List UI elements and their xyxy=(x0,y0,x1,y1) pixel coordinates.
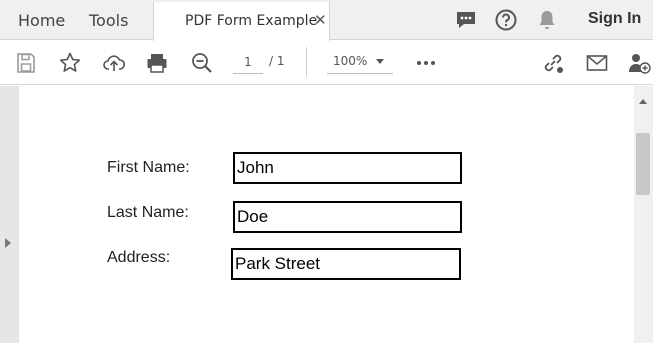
chevron-down-icon xyxy=(376,59,384,64)
document-tab-title: PDF Form Example xyxy=(185,13,318,29)
sign-in-button[interactable]: Sign In xyxy=(588,10,641,28)
toolbar-divider xyxy=(306,47,307,77)
tab-bar: Home Tools PDF Form Example ✕ Sign In xyxy=(0,0,653,41)
comment-icon[interactable] xyxy=(454,8,478,32)
zoom-select[interactable]: 100% xyxy=(327,50,393,74)
add-user-icon[interactable] xyxy=(627,51,651,75)
address-label: Address: xyxy=(107,249,171,266)
toolbar: / 1 100% xyxy=(0,41,653,85)
first-name-label: First Name: xyxy=(107,159,190,176)
tab-home[interactable]: Home xyxy=(18,11,65,30)
document-viewer: First Name: Last Name: Address: xyxy=(0,86,653,343)
save-icon[interactable] xyxy=(14,51,38,75)
vertical-scrollbar[interactable] xyxy=(634,86,653,343)
close-icon[interactable]: ✕ xyxy=(314,11,327,29)
tab-document[interactable]: PDF Form Example ✕ xyxy=(153,2,330,41)
expand-panel-icon[interactable] xyxy=(5,238,11,248)
page-total: / 1 xyxy=(269,54,285,68)
more-icon[interactable] xyxy=(414,51,438,75)
address-field[interactable] xyxy=(231,248,461,280)
help-icon[interactable] xyxy=(494,8,518,32)
page-number-input[interactable] xyxy=(233,50,263,74)
notifications-bell-icon[interactable] xyxy=(535,8,559,32)
print-icon[interactable] xyxy=(145,51,169,75)
scrollbar-thumb[interactable] xyxy=(636,133,650,195)
share-link-icon[interactable] xyxy=(541,51,565,75)
first-name-field[interactable] xyxy=(233,152,462,184)
bookmark-star-icon[interactable] xyxy=(58,51,82,75)
last-name-label: Last Name: xyxy=(107,204,189,221)
tab-tools[interactable]: Tools xyxy=(89,11,128,30)
zoom-value: 100% xyxy=(333,54,368,68)
upload-cloud-icon[interactable] xyxy=(102,51,126,75)
zoom-out-icon[interactable] xyxy=(190,51,214,75)
scroll-up-icon[interactable] xyxy=(639,99,647,104)
pdf-page: First Name: Last Name: Address: xyxy=(19,86,634,343)
email-icon[interactable] xyxy=(585,51,609,75)
left-panel-rail xyxy=(0,86,18,343)
last-name-field[interactable] xyxy=(233,201,462,233)
